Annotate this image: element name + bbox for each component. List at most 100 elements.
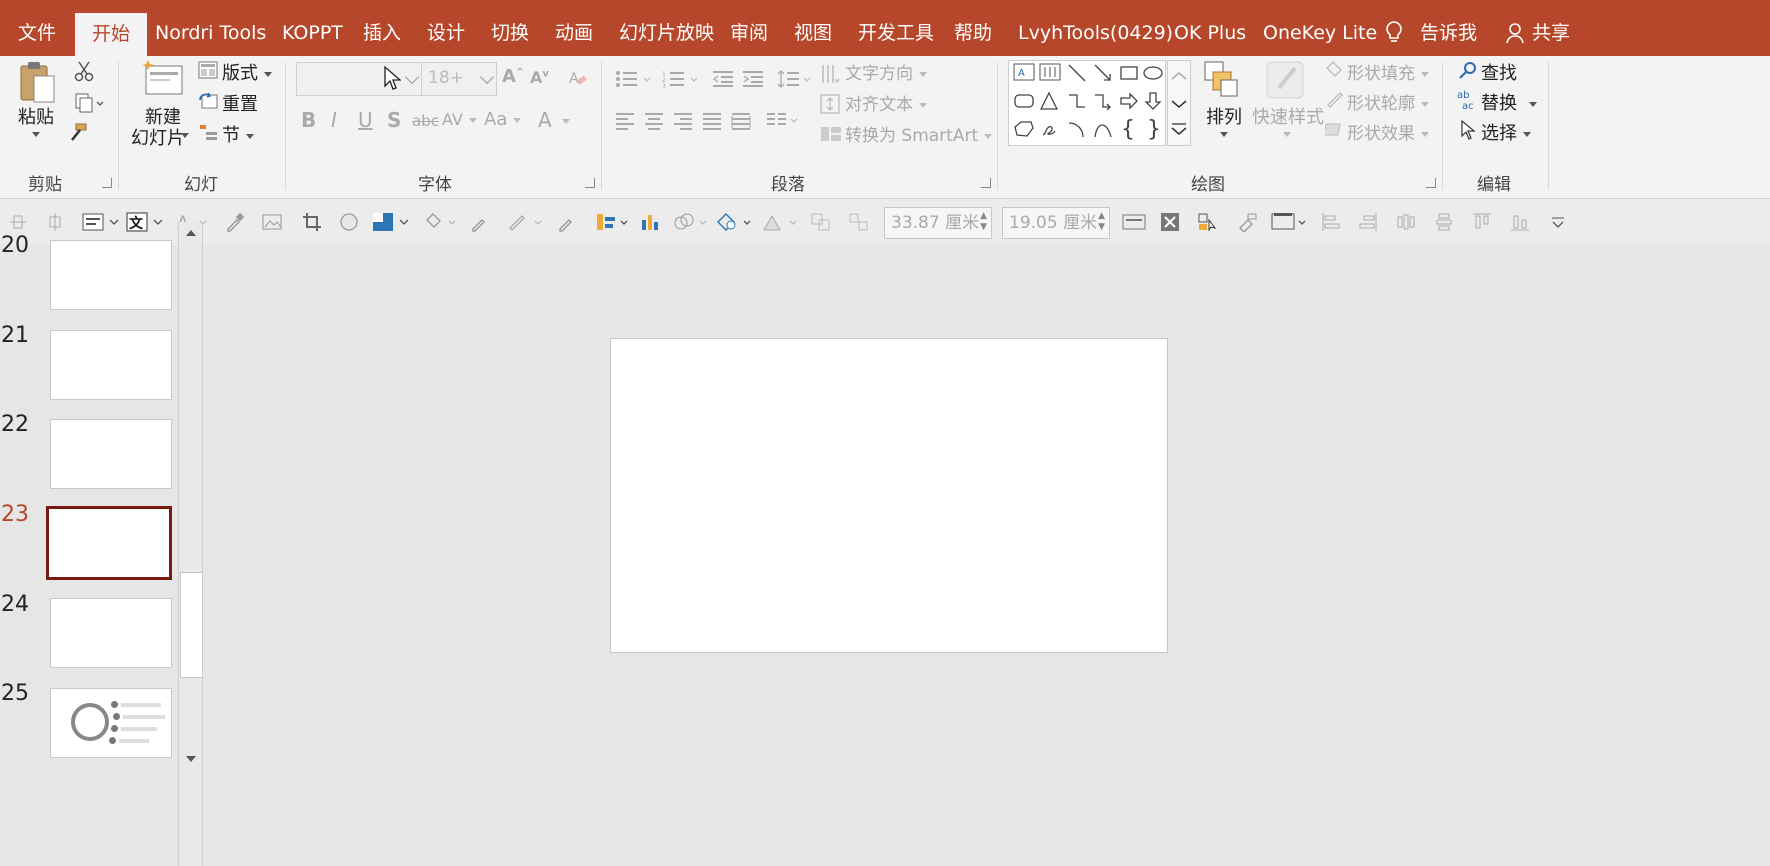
shape-curve-icon[interactable] — [1093, 119, 1113, 144]
slide-thumbnail[interactable] — [50, 688, 172, 758]
align-text-icon[interactable] — [820, 93, 840, 119]
shape-outline-icon[interactable] — [1325, 90, 1345, 112]
shape-height-input[interactable]: 19.05 厘米 ▲ ▼ — [1002, 207, 1110, 239]
shape-rounded-rectangle-icon[interactable] — [1013, 91, 1035, 116]
replace-button[interactable]: 替换 — [1481, 89, 1537, 115]
section-button[interactable]: 节 — [222, 121, 254, 147]
section-icon[interactable] — [198, 122, 218, 146]
strikethrough-button[interactable]: abc — [412, 112, 439, 130]
rotate-icon[interactable] — [762, 212, 802, 232]
quick-styles-icon[interactable] — [1265, 60, 1307, 104]
clear-formatting-icon[interactable]: A — [568, 68, 588, 92]
shape-freeform-icon[interactable] — [1013, 119, 1035, 144]
font-name-combo[interactable] — [296, 62, 422, 96]
grow-font-icon[interactable]: A^ — [502, 66, 524, 87]
shape-elbow-arrow-icon[interactable] — [1093, 91, 1113, 116]
layout-button[interactable]: 版式 — [222, 59, 272, 85]
ungroup-objects-icon[interactable] — [848, 212, 868, 232]
shape-scribble-icon[interactable] — [1039, 119, 1059, 144]
edit-shape-icon[interactable] — [716, 212, 756, 232]
delete-box-icon[interactable] — [1160, 212, 1180, 232]
shape-line-icon[interactable] — [1067, 63, 1087, 88]
tab-transitions[interactable]: 切换 — [491, 0, 529, 56]
layout-icon[interactable] — [198, 60, 218, 84]
bold-button[interactable]: B — [301, 108, 316, 132]
align-right-objects-icon[interactable] — [1358, 212, 1378, 232]
line-spacing-icon[interactable] — [777, 68, 813, 94]
paste-icon[interactable] — [18, 60, 58, 108]
text-style-icon[interactable]: 文 — [126, 212, 166, 232]
shrink-font-icon[interactable]: Av — [530, 68, 549, 87]
shape-width-spinner-icon[interactable]: ▲ ▼ — [980, 211, 987, 233]
shape-fill-icon[interactable] — [1325, 60, 1345, 82]
change-case-button[interactable]: Aa — [484, 109, 522, 130]
shape-triangle-icon[interactable] — [1039, 91, 1059, 116]
tab-design[interactable]: 设计 — [427, 0, 465, 56]
slide-thumbnail[interactable] — [50, 330, 172, 400]
gallery-scroll-down-icon[interactable] — [1171, 94, 1187, 113]
shape-right-arrow-icon[interactable] — [1119, 91, 1139, 116]
circle-shape-icon[interactable] — [339, 212, 359, 232]
shape-arc-icon[interactable] — [1067, 119, 1087, 144]
shape-left-brace-icon[interactable]: { — [1121, 117, 1135, 142]
eyedropper-outline-icon[interactable] — [557, 212, 577, 232]
increase-indent-icon[interactable] — [741, 70, 765, 92]
format-paint-icon[interactable] — [1236, 212, 1257, 233]
shape-textbox-icon[interactable]: A — [1013, 63, 1035, 86]
align-center-icon[interactable] — [644, 112, 664, 134]
shape-oval-icon[interactable] — [1143, 63, 1163, 88]
paste-label[interactable]: 粘贴 — [18, 103, 54, 129]
tab-review[interactable]: 审阅 — [730, 0, 768, 56]
quick-styles-label[interactable]: 快速样式 — [1252, 103, 1324, 129]
italic-button[interactable]: I — [331, 108, 337, 132]
shape-fill-quick-icon[interactable] — [372, 212, 412, 232]
drawing-launcher-icon[interactable] — [1426, 178, 1436, 188]
lightbulb-icon[interactable] — [1384, 20, 1404, 48]
merge-shapes-icon[interactable] — [674, 212, 708, 232]
shape-vertical-textbox-icon[interactable] — [1039, 63, 1061, 86]
tab-file[interactable]: 文件 — [18, 0, 56, 56]
text-direction-button[interactable]: 文字方向 — [845, 59, 927, 84]
arrange-label[interactable]: 排列 — [1206, 103, 1242, 129]
bullets-icon[interactable] — [615, 70, 653, 92]
shape-fill-button[interactable]: 形状填充 — [1347, 59, 1429, 84]
decrease-indent-icon[interactable] — [711, 70, 735, 92]
distribute-horizontal-icon[interactable] — [1396, 212, 1416, 232]
tab-nordri-tools[interactable]: Nordri Tools — [155, 0, 266, 56]
crop-icon[interactable] — [302, 212, 322, 232]
quick-styles-dropdown-icon[interactable] — [1283, 132, 1291, 137]
font-size-combo[interactable]: 18+ — [421, 62, 497, 96]
tab-lvyhtools[interactable]: LvyhTools(0429) — [1018, 0, 1173, 56]
select-button[interactable]: 选择 — [1481, 119, 1531, 145]
align-middle-icon[interactable] — [8, 212, 28, 232]
toolbar-overflow-icon[interactable] — [1550, 212, 1570, 232]
shape-outline-button[interactable]: 形状轮廓 — [1347, 89, 1429, 114]
paragraph-launcher-icon[interactable] — [981, 178, 991, 188]
slide-thumbnail[interactable] — [50, 240, 172, 310]
copy-icon[interactable] — [74, 92, 104, 118]
person-icon[interactable] — [1506, 22, 1526, 48]
shape-height-spinner-icon[interactable]: ▲ ▼ — [1098, 211, 1105, 233]
align-center-vertical-icon[interactable] — [45, 212, 65, 232]
slide-thumbnail[interactable] — [50, 598, 172, 668]
gallery-scroll-up-icon[interactable] — [1171, 66, 1187, 85]
shape-arrow-line-icon[interactable] — [1093, 63, 1113, 88]
shape-right-brace-icon[interactable]: } — [1147, 117, 1161, 142]
convert-smartart-button[interactable]: 转换为 SmartArt — [845, 121, 993, 146]
align-objects-icon[interactable] — [595, 212, 635, 232]
cut-icon[interactable] — [74, 60, 94, 86]
tab-help[interactable]: 帮助 — [954, 0, 992, 56]
format-painter-icon[interactable] — [66, 122, 88, 148]
fill-bucket-icon[interactable] — [423, 212, 457, 232]
align-right-icon[interactable] — [673, 112, 693, 134]
columns-icon[interactable] — [766, 112, 800, 134]
tab-onekey-lite[interactable]: OneKey Lite — [1263, 0, 1377, 56]
font-color-button[interactable]: A — [538, 108, 570, 132]
text-shadow-button[interactable]: S — [387, 108, 401, 132]
chart-icon[interactable] — [640, 212, 660, 232]
tell-me-search[interactable]: 告诉我 — [1420, 0, 1477, 56]
text-box-dropdown-icon[interactable] — [82, 212, 122, 232]
outline-pen-icon[interactable] — [507, 212, 547, 232]
text-direction-icon[interactable] — [820, 63, 840, 89]
align-text-button[interactable]: 对齐文本 — [845, 90, 927, 115]
